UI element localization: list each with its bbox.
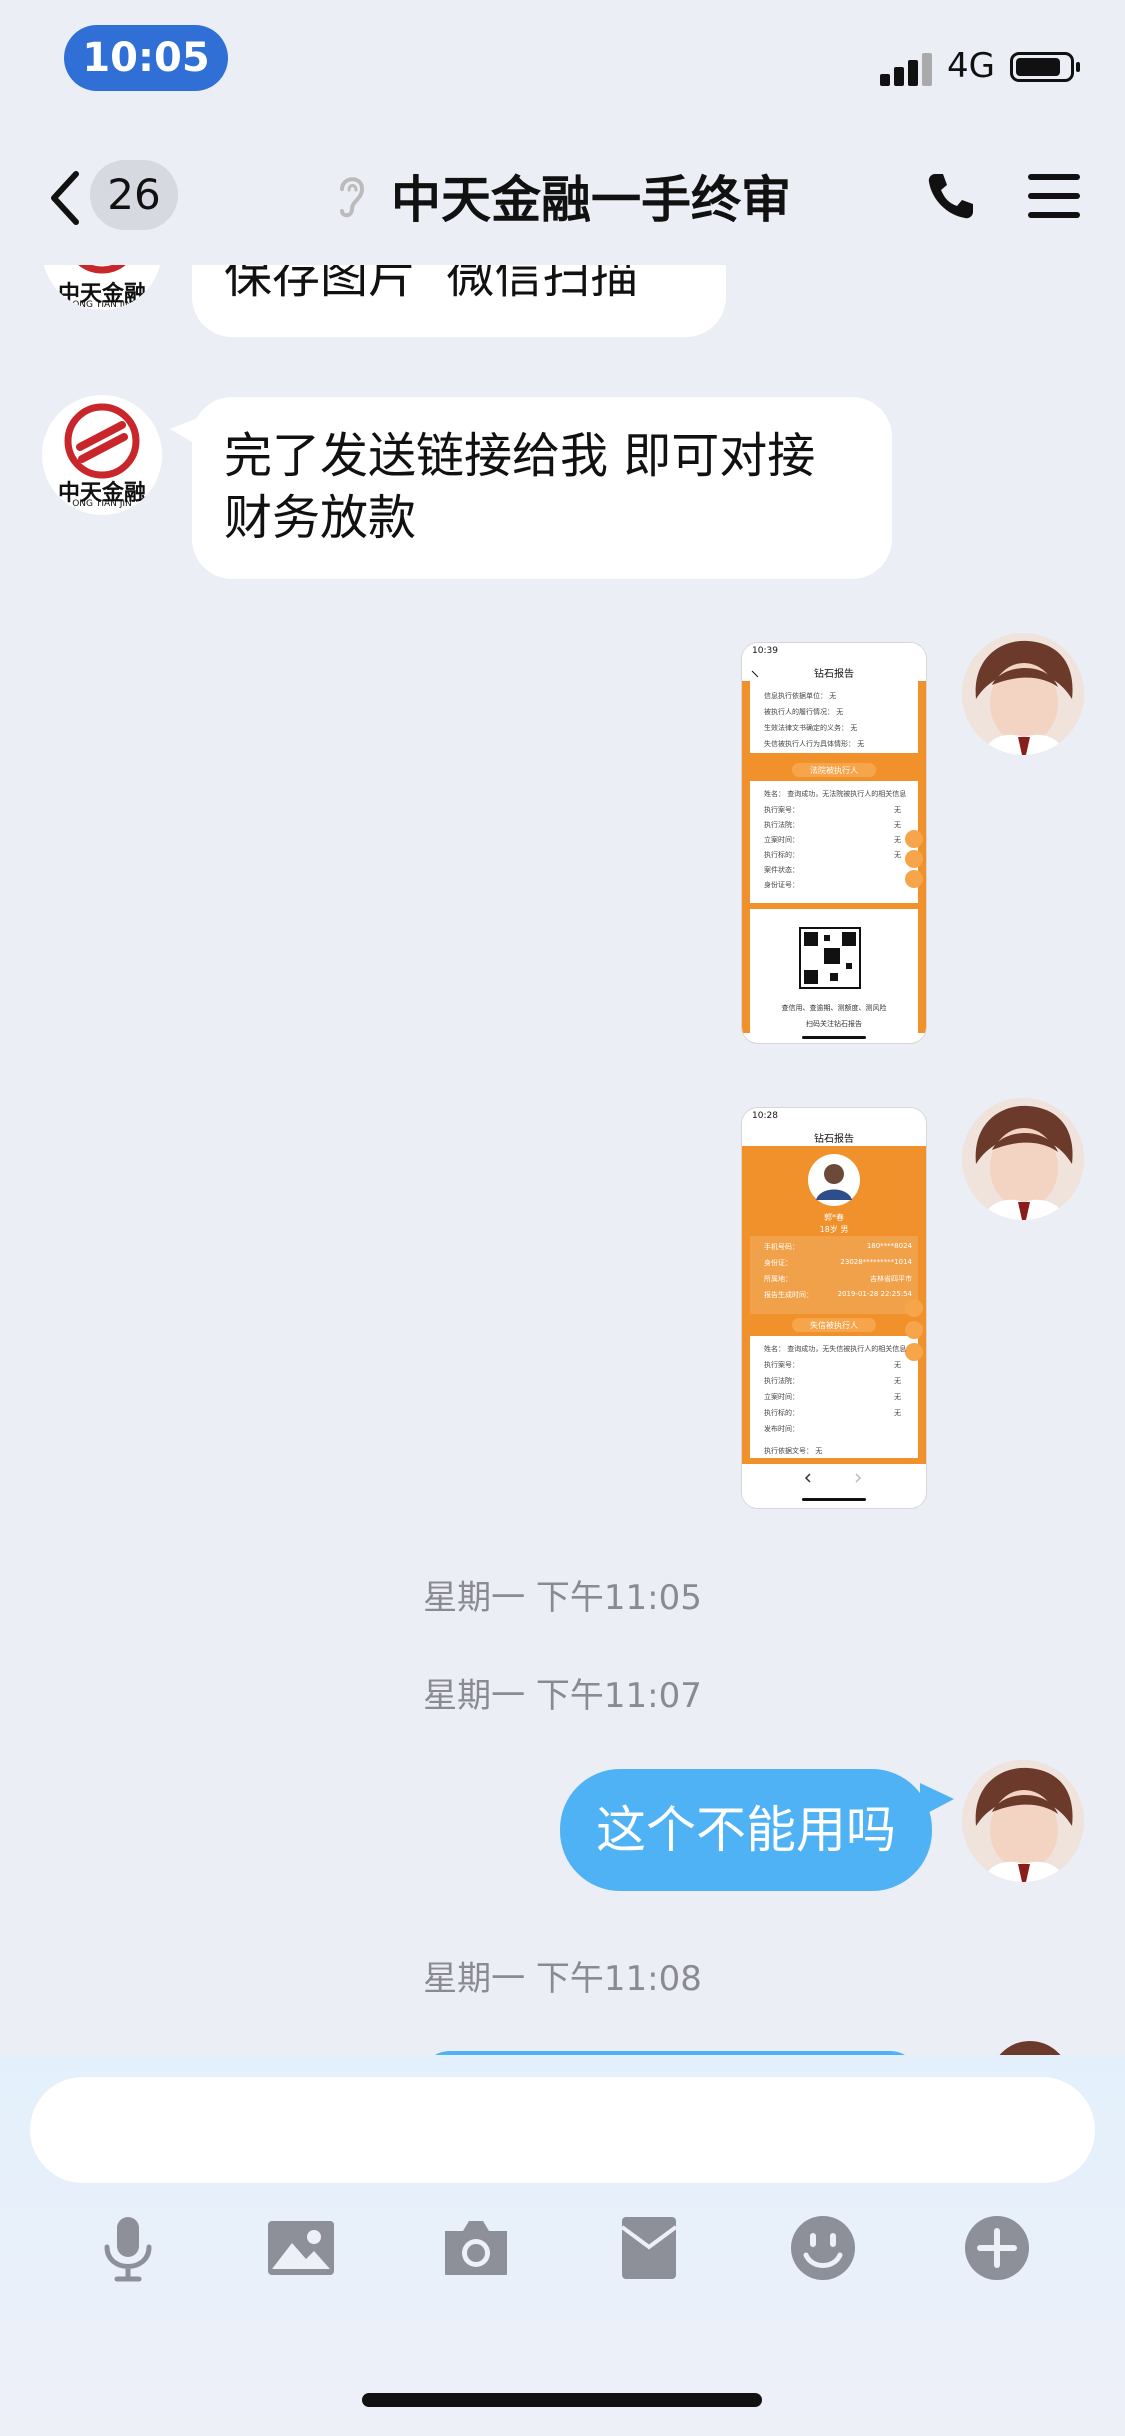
- phone-icon[interactable]: [925, 170, 977, 222]
- timestamp: 星期一 下午11:08: [423, 1959, 702, 1999]
- avatar[interactable]: [990, 2041, 1070, 2055]
- shot-value: 无: [894, 851, 901, 859]
- message-bubble[interactable]: 完了发送链接给我 即可对接 财务放款: [192, 397, 892, 579]
- shot-row: 发布时间：: [764, 1425, 799, 1433]
- ear-icon: [339, 177, 364, 218]
- avatar[interactable]: [962, 633, 1084, 755]
- avatar[interactable]: [962, 1098, 1084, 1220]
- home-indicator[interactable]: [362, 2393, 762, 2407]
- shot-status-time: 10:28: [752, 1111, 778, 1121]
- shot-row: 生效法律文书确定的义务： 无: [764, 724, 858, 732]
- timestamp: 星期一 下午11:05: [423, 1578, 702, 1618]
- shot-value: 无: [894, 1393, 901, 1401]
- shot-value: 无: [894, 836, 901, 844]
- message-text: 这个不能用吗: [596, 1801, 896, 1859]
- shot-age: 18岁 男: [819, 1225, 849, 1234]
- message-text: 保存图片 微信扫描: [224, 265, 639, 304]
- shot-value: 无: [894, 806, 901, 814]
- shot-info-label: 手机号码：: [764, 1243, 799, 1251]
- shot-row: 立案时间：: [764, 1393, 799, 1401]
- shot-row: 案件状态：: [764, 866, 799, 874]
- avatar[interactable]: 中天金融 ONG TIAN JIN: [42, 265, 162, 310]
- microphone-icon[interactable]: [93, 2213, 163, 2283]
- shot-value: 无: [894, 1409, 901, 1417]
- shot-value: 无: [894, 1361, 901, 1369]
- user-photo: [962, 1098, 1084, 1220]
- camera-icon[interactable]: [441, 2213, 511, 2283]
- status-bar: 10:05 4G: [0, 0, 1125, 120]
- shot-row: 失信被执行人行为具体情形： 无: [764, 740, 865, 748]
- avatar[interactable]: [962, 1760, 1084, 1882]
- shot-row: 执行法院：: [764, 1377, 799, 1385]
- menu-icon[interactable]: [1028, 174, 1080, 218]
- shot-value: 无: [894, 1377, 901, 1385]
- message-bubble[interactable]: 保存图片 微信扫描: [192, 265, 726, 337]
- shot-info-value: 2019-01-28 22:25:54: [837, 1290, 912, 1298]
- chat-header: 26 中天金融一手终审: [0, 120, 1125, 265]
- shot-row: 执行标的：: [764, 1409, 799, 1417]
- red-packet-icon[interactable]: [614, 2213, 684, 2283]
- input-panel: [0, 2055, 1125, 2436]
- shot-row: 执行案号：: [764, 806, 799, 814]
- shot-info-label: 所属地：: [764, 1275, 792, 1283]
- shot-row: 姓名： 查询成功，无失信被执行人的相关信息: [764, 1345, 907, 1353]
- network-type: 4G: [947, 46, 995, 86]
- shot-info-value: 23028*********1014: [840, 1258, 912, 1266]
- shot-status-time: 10:39: [752, 646, 778, 656]
- shot-info-label: 身份证：: [764, 1259, 792, 1267]
- message-bubble[interactable]: 这个不能用吗: [560, 1769, 932, 1891]
- shot-row: 执行标的：: [764, 851, 799, 859]
- emoji-icon[interactable]: [788, 2213, 858, 2283]
- shot-row: 执行案号：: [764, 1361, 799, 1369]
- image-message[interactable]: 10:28 钻石报告 郭*春 18岁 男 手机号码： 身份证： 所属地： 报告生…: [742, 1108, 926, 1508]
- shot-footer: 查信用、查逾期、测额度、测风险: [781, 1004, 887, 1012]
- shot-row: 执行法院：: [764, 821, 799, 829]
- shot-section-button: 失信被执行人: [810, 1321, 858, 1330]
- shot-title: 钻石报告: [814, 669, 854, 680]
- shot-title: 钻石报告: [814, 1134, 854, 1145]
- image-icon[interactable]: [266, 2213, 336, 2283]
- shot-row: 信息执行依据单位： 无: [764, 692, 837, 700]
- shot-footer: 扫码关注钻石报告: [806, 1020, 862, 1028]
- user-photo: [962, 1760, 1084, 1882]
- chat-title: 中天金融一手终审: [391, 171, 792, 229]
- shot-info-label: 报告生成时间：: [764, 1291, 813, 1299]
- timestamp: 星期一 下午11:07: [423, 1676, 702, 1716]
- shot-value: 无: [894, 821, 901, 829]
- logo-subtext: ONG TIAN JIN: [72, 300, 132, 310]
- message-input[interactable]: [30, 2077, 1095, 2183]
- signal-icon: [880, 50, 932, 86]
- user-photo: [962, 633, 1084, 755]
- message-text-line: 完了发送链接给我 即可对接: [224, 428, 816, 484]
- avatar[interactable]: 中天金融 ONG TIAN JIN: [42, 395, 162, 515]
- shot-row: 身份证号：: [764, 881, 799, 889]
- message-list[interactable]: 中天金融 ONG TIAN JIN 保存图片 微信扫描 中天金融 ONG TIA…: [0, 265, 1125, 2055]
- image-message[interactable]: 10:39 钻石报告 信息执行依据单位： 无 被执行人的履行情况： 无 生效法律…: [742, 643, 926, 1043]
- shot-row: 立案时间：: [764, 836, 799, 844]
- shot-info-value: 吉林省四平市: [870, 1275, 912, 1283]
- shot-section-button: 法院被执行人: [810, 766, 858, 775]
- battery-icon: [1010, 52, 1080, 82]
- plus-icon[interactable]: [962, 2213, 1032, 2283]
- message-text-line: 财务放款: [224, 490, 417, 546]
- status-time: 10:05: [64, 25, 228, 91]
- shot-info-value: 180****8024: [866, 1242, 912, 1250]
- logo-subtext: ONG TIAN JIN: [72, 499, 132, 509]
- shot-name: 郭*春: [824, 1213, 844, 1222]
- shot-row: 被执行人的履行情况： 无: [764, 708, 844, 716]
- shot-row: 执行依据文号： 无: [764, 1447, 823, 1455]
- shot-row: 姓名： 查询成功，无法院被执行人的相关信息: [764, 790, 907, 798]
